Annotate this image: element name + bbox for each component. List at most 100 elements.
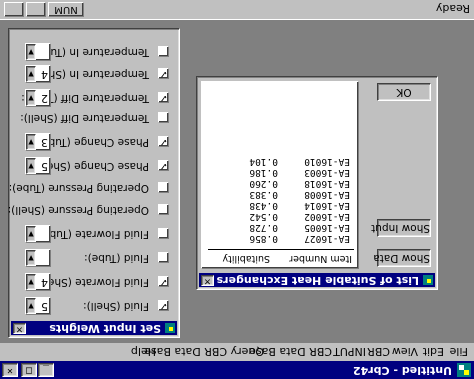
spinner-arrow-icon[interactable]: ▼ bbox=[26, 90, 36, 106]
checkbox-fluid-shell[interactable]: ✓ bbox=[158, 300, 169, 311]
checkbox-phase-change-shell[interactable]: ✓ bbox=[158, 160, 169, 171]
spinner-arrow-icon[interactable]: ▼ bbox=[26, 274, 36, 290]
checkbox-fluid-tube[interactable] bbox=[158, 252, 169, 263]
item-number[interactable]: EA-16002 bbox=[304, 211, 350, 222]
weight-spinner-fluid-tube[interactable]: ▼ bbox=[25, 249, 51, 267]
checkbox-operating-pressure-shell[interactable] bbox=[158, 204, 169, 215]
checkbox-temperature-diff-tube[interactable]: ✓ bbox=[158, 92, 169, 103]
menu-query-cbr-data-base[interactable]: Query CBR Data Base bbox=[144, 345, 264, 358]
item-number[interactable]: EA-16003 bbox=[304, 167, 350, 178]
checkbox-temperature-in-shell[interactable]: ✓ bbox=[158, 68, 169, 79]
ok-button[interactable]: OK bbox=[377, 83, 431, 101]
app-title-bar[interactable]: Untitled - Cbr42 _ □ × bbox=[0, 361, 474, 379]
exchanger-list[interactable]: Item Number Suitability EA-16027 0.856 E… bbox=[201, 81, 359, 269]
item-number[interactable]: EA-16005 bbox=[304, 222, 350, 233]
checkbox-temperature-diff-shell[interactable] bbox=[158, 112, 169, 123]
weight-row-fluid-shell: ✓ Fluid (Shell): 5 ▼ bbox=[15, 295, 171, 315]
weight-row-temperature-in-shell: ✓ Temperature In (Shell): 4 ▼ bbox=[15, 63, 171, 83]
item-number[interactable]: EA-16018 bbox=[304, 178, 350, 189]
weight-spinner-fluid-flowrate-shell[interactable]: 4 ▼ bbox=[25, 273, 51, 291]
weight-row-phase-change-shell: ✓ Phase Change (Shell): 5 ▼ bbox=[15, 155, 171, 175]
weight-label: Fluid (Shell): bbox=[83, 300, 149, 312]
spinner-arrow-icon[interactable]: ▼ bbox=[26, 158, 36, 174]
close-icon[interactable]: × bbox=[201, 275, 214, 286]
checkbox-operating-pressure-tube[interactable] bbox=[158, 182, 169, 193]
spinner-arrow-icon[interactable]: ▼ bbox=[26, 134, 36, 150]
menu-view[interactable]: View bbox=[392, 345, 418, 358]
maximize-button[interactable]: □ bbox=[21, 363, 37, 377]
column-header-suitability: Suitability bbox=[222, 253, 270, 264]
suitability: 0.383 bbox=[249, 189, 278, 200]
close-button[interactable]: × bbox=[2, 363, 18, 377]
checkbox-phase-change-tube[interactable]: ✓ bbox=[158, 136, 169, 147]
weight-spinner-phase-change-tube[interactable]: 3 ▼ bbox=[25, 133, 51, 151]
suitability: 0.728 bbox=[249, 222, 278, 233]
show-data-button[interactable]: Show Data bbox=[373, 249, 431, 267]
spinner-arrow-icon[interactable]: ▼ bbox=[26, 44, 36, 60]
app-title: Untitled - Cbr42 bbox=[352, 364, 452, 377]
app-icon bbox=[457, 363, 471, 377]
weight-label: Temperature Diff (Shell): bbox=[20, 112, 149, 124]
header-divider bbox=[208, 249, 354, 250]
weight-row-operating-pressure-shell: Operating Pressure (Shell): bbox=[8, 199, 171, 219]
weight-label: Fluid Flowrate (Shell): bbox=[34, 276, 149, 288]
minimize-button[interactable]: _ bbox=[38, 363, 54, 377]
spinner-arrow-icon[interactable]: ▼ bbox=[26, 298, 36, 314]
weight-value: 2 bbox=[41, 92, 48, 105]
heat-exchanger-list-window: List of Suitable Heat Exchangers × OK Sh… bbox=[196, 76, 438, 290]
checkbox-temperature-in-tube[interactable] bbox=[158, 46, 169, 57]
window-icon bbox=[423, 275, 433, 285]
weight-spinner-temperature-in-tube[interactable]: ▼ bbox=[25, 43, 51, 61]
weight-value: 3 bbox=[41, 136, 48, 149]
num-lock-indicator: NUM bbox=[48, 2, 84, 17]
weight-value: 5 bbox=[41, 160, 48, 173]
list-title: List of Suitable Heat Exchangers bbox=[216, 274, 419, 287]
weight-row-temperature-in-tube: Temperature In (Tube): ▼ bbox=[15, 41, 171, 61]
weight-value: 4 bbox=[41, 276, 48, 289]
weight-row-phase-change-tube: ✓ Phase Change (Tube): 3 ▼ bbox=[15, 131, 171, 151]
weight-value: 5 bbox=[41, 300, 48, 313]
weight-spinner-phase-change-shell[interactable]: 5 ▼ bbox=[25, 157, 51, 175]
weights-title-bar[interactable]: Set Input Weights × bbox=[11, 321, 177, 335]
item-number[interactable]: EA-16014 bbox=[304, 200, 350, 211]
checkbox-fluid-flowrate-tube[interactable] bbox=[158, 228, 169, 239]
weight-spinner-fluid-flowrate-tube[interactable]: ▼ bbox=[25, 225, 51, 243]
checkbox-fluid-flowrate-shell[interactable]: ✓ bbox=[158, 276, 169, 287]
menu-file[interactable]: File bbox=[450, 345, 468, 358]
suitability: 0.260 bbox=[249, 178, 278, 189]
weight-spinner-temperature-in-shell[interactable]: 4 ▼ bbox=[25, 65, 51, 83]
weight-label: Operating Pressure (Shell): bbox=[7, 204, 149, 216]
weights-title: Set Input Weights bbox=[49, 322, 161, 335]
close-icon[interactable]: × bbox=[13, 323, 26, 334]
menu-help[interactable]: Help bbox=[131, 345, 156, 358]
menu-bar: File Edit View CBR INPUT CBR Data Base Q… bbox=[0, 342, 474, 361]
item-number[interactable]: EA-16010 bbox=[304, 156, 350, 167]
suitability: 0.856 bbox=[249, 233, 278, 244]
screen: Untitled - Cbr42 _ □ × File Edit View CB… bbox=[0, 0, 474, 379]
menu-input[interactable]: INPUT bbox=[333, 345, 366, 358]
status-panel-empty bbox=[4, 2, 24, 17]
list-title-bar[interactable]: List of Suitable Heat Exchangers × bbox=[199, 273, 435, 287]
weight-row-fluid-flowrate-shell: ✓ Fluid Flowrate (Shell): 4 ▼ bbox=[15, 271, 171, 291]
weight-spinner-temperature-diff-tube[interactable]: 2 ▼ bbox=[25, 89, 51, 107]
item-number[interactable]: EA-16008 bbox=[304, 189, 350, 200]
weight-label: Operating Pressure (Tube): bbox=[8, 182, 149, 194]
suitability: 0.186 bbox=[249, 167, 278, 178]
weight-row-temperature-diff-shell: Temperature Diff (Shell): bbox=[15, 107, 171, 127]
spinner-arrow-icon[interactable]: ▼ bbox=[26, 226, 36, 242]
spinner-arrow-icon[interactable]: ▼ bbox=[26, 250, 36, 266]
weight-label: Fluid Flowrate (Tube): bbox=[35, 228, 150, 240]
item-number[interactable]: EA-16027 bbox=[304, 233, 350, 244]
status-panel-empty bbox=[26, 2, 46, 17]
suitability: 0.438 bbox=[249, 200, 278, 211]
set-input-weights-window: Set Input Weights × ✓ Fluid (Shell): 5 ▼… bbox=[8, 28, 180, 338]
weight-spinner-fluid-shell[interactable]: 5 ▼ bbox=[25, 297, 51, 315]
suitability: 0.104 bbox=[249, 156, 278, 167]
spinner-arrow-icon[interactable]: ▼ bbox=[26, 66, 36, 82]
menu-edit[interactable]: Edit bbox=[423, 345, 444, 358]
show-input-button[interactable]: Show Input bbox=[371, 219, 431, 237]
status-bar: Ready NUM bbox=[0, 0, 474, 20]
menu-cbr[interactable]: CBR bbox=[367, 345, 390, 358]
weight-row-operating-pressure-tube: Operating Pressure (Tube): bbox=[9, 177, 171, 197]
weight-row-temperature-diff-tube: ✓ Temperature Diff (Tube): 2 ▼ bbox=[15, 87, 171, 107]
